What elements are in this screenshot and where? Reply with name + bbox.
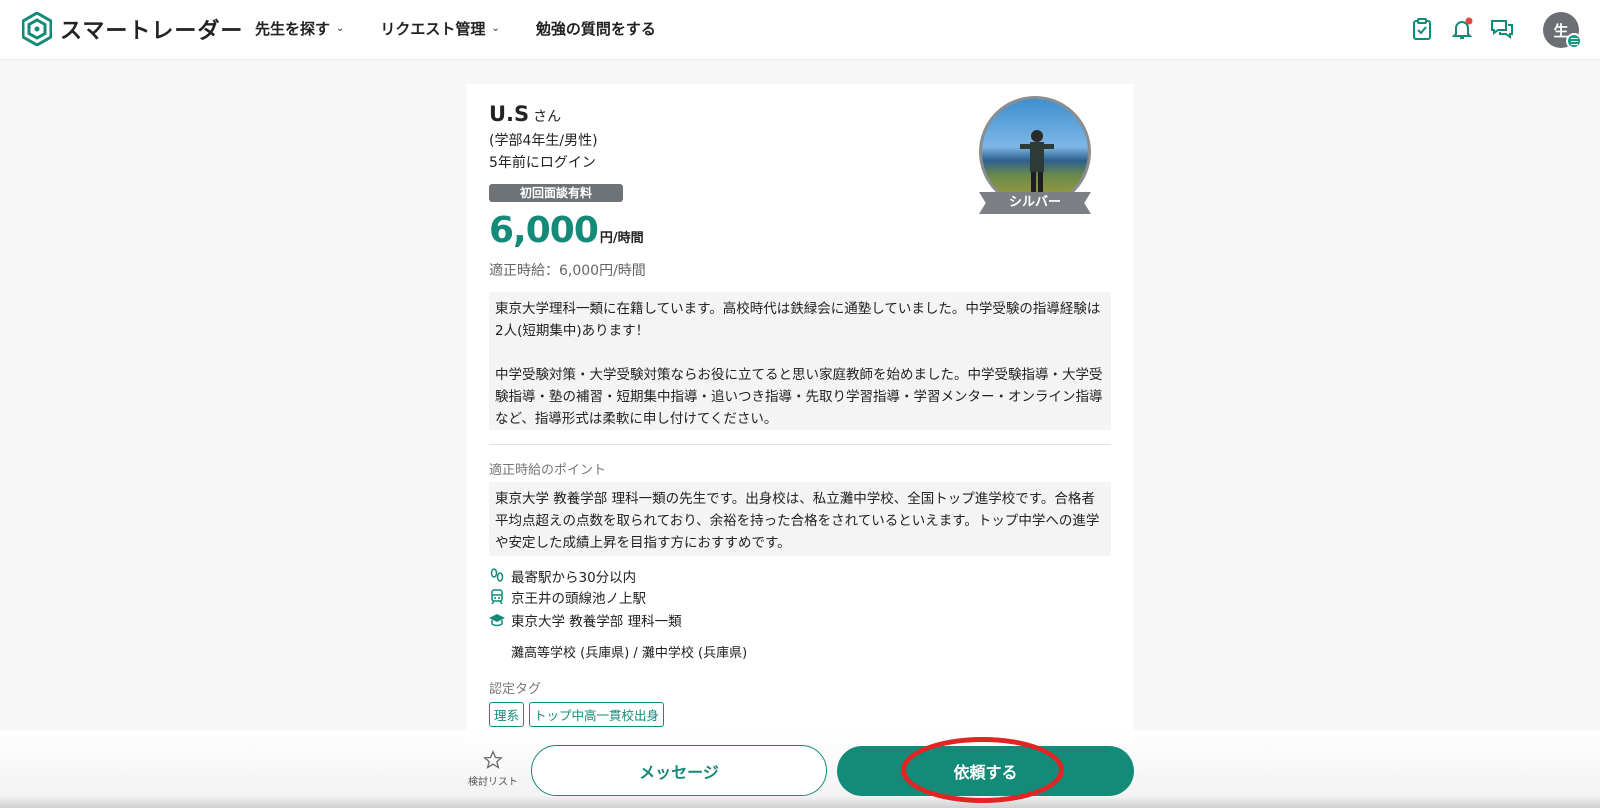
hourly-price: 6,000 — [489, 210, 599, 251]
station-text: 京王井の頭線池ノ上駅 — [511, 591, 646, 607]
fair-wage: 適正時給：6,000円/時間 — [489, 263, 646, 279]
nav-request-management-label: リクエスト管理 — [380, 20, 486, 38]
message-button[interactable]: メッセージ — [531, 745, 827, 796]
fair-wage-point-text: 東京大学 教養学部 理科一類の先生です。出身校は、私立灘中学校、全国トップ進学校… — [489, 482, 1111, 556]
access-info: 最寄駅から30分以内 — [489, 566, 636, 586]
university-info: 東京大学 教養学部 理科一類 — [489, 610, 682, 630]
self-introduction: 東京大学理科一類に在籍しています。高校時代は鉄緑会に通塾していました。中学受験の… — [489, 292, 1111, 430]
menu-icon[interactable] — [1566, 33, 1582, 49]
rank-ribbon: シルバー — [979, 192, 1091, 214]
teacher-profile-card: U.S さん (学部4年生/男性) 5年前にログイン 初回面談有料 6,000 … — [467, 84, 1133, 808]
university-text: 東京大学 教養学部 理科一類 — [511, 614, 682, 630]
grade-gender: (学部4年生/男性) — [489, 133, 598, 149]
teacher-photo: シルバー — [979, 96, 1091, 226]
train-icon — [491, 589, 503, 605]
nav-find-teacher[interactable]: 先生を探す ⌄ — [255, 18, 344, 39]
chat-icon[interactable] — [1490, 17, 1514, 41]
access-text: 最寄駅から30分以内 — [511, 570, 637, 586]
fair-wage-point-label: 適正時給のポイント — [489, 463, 607, 478]
school-history: 灘高等学校 (兵庫県) / 灘中学校 (兵庫県) — [511, 646, 748, 661]
graduation-cap-icon — [489, 614, 505, 627]
wishlist-button[interactable]: 検討リスト — [465, 750, 521, 788]
price-row: 6,000 円/時間 — [489, 210, 644, 251]
top-header: スマートレーダー 先生を探す ⌄ リクエスト管理 ⌄ 勉強の質問をする 生 — [0, 0, 1600, 60]
interview-badge: 初回面談有料 — [489, 184, 623, 202]
wishlist-label: 検討リスト — [468, 777, 518, 788]
last-login: 5年前にログイン — [489, 155, 596, 171]
logo[interactable]: スマートレーダー — [22, 12, 243, 46]
tag-science: 理系 — [489, 702, 525, 727]
price-unit: 円/時間 — [599, 231, 644, 246]
main-nav: 先生を探す ⌄ リクエスト管理 ⌄ 勉強の質問をする — [255, 18, 656, 39]
bell-icon[interactable] — [1450, 17, 1474, 41]
clipboard-check-icon[interactable] — [1410, 17, 1434, 41]
request-button[interactable]: 依頼する — [837, 746, 1134, 796]
tag-top-school: トップ中高一貫校出身 — [529, 702, 665, 727]
teacher-name: U.S — [489, 102, 530, 126]
divider — [489, 444, 1111, 445]
star-icon — [483, 750, 503, 769]
logo-icon — [22, 12, 52, 46]
chevron-down-icon: ⌄ — [491, 23, 500, 34]
logo-text: スマートレーダー — [60, 19, 244, 44]
honorific: さん — [533, 109, 562, 125]
teacher-name-row: U.S さん — [489, 102, 561, 126]
nav-ask-question[interactable]: 勉強の質問をする — [536, 18, 656, 39]
chevron-down-icon: ⌄ — [336, 23, 345, 34]
nav-ask-question-label: 勉強の質問をする — [535, 20, 656, 38]
nav-find-teacher-label: 先生を探す — [255, 20, 331, 38]
certified-tags: 理系 トップ中高一貫校出身 — [489, 702, 665, 727]
station-info: 京王井の頭線池ノ上駅 — [489, 587, 646, 607]
nav-request-management[interactable]: リクエスト管理 ⌄ — [380, 18, 499, 39]
footprints-icon — [490, 568, 504, 582]
avatar — [979, 96, 1091, 208]
certified-tags-label: 認定タグ — [489, 682, 542, 697]
